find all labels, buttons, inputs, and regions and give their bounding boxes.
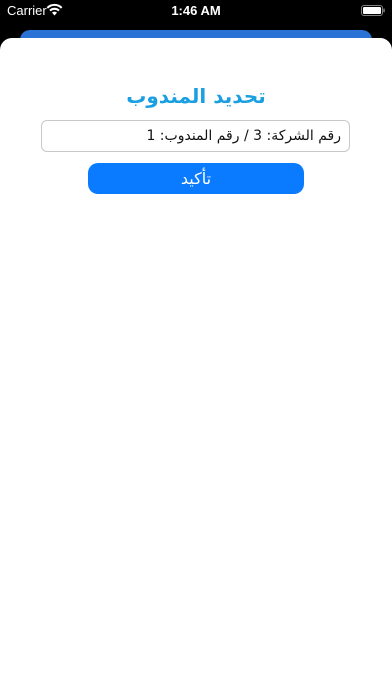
dialog-title: تحديد المندوب: [126, 84, 266, 108]
battery-icon: [361, 5, 385, 16]
confirm-button[interactable]: تأكيد: [88, 163, 304, 194]
status-bar: Carrier 1:46 AM: [0, 0, 392, 22]
representative-input[interactable]: [41, 120, 350, 152]
status-time: 1:46 AM: [171, 3, 221, 18]
